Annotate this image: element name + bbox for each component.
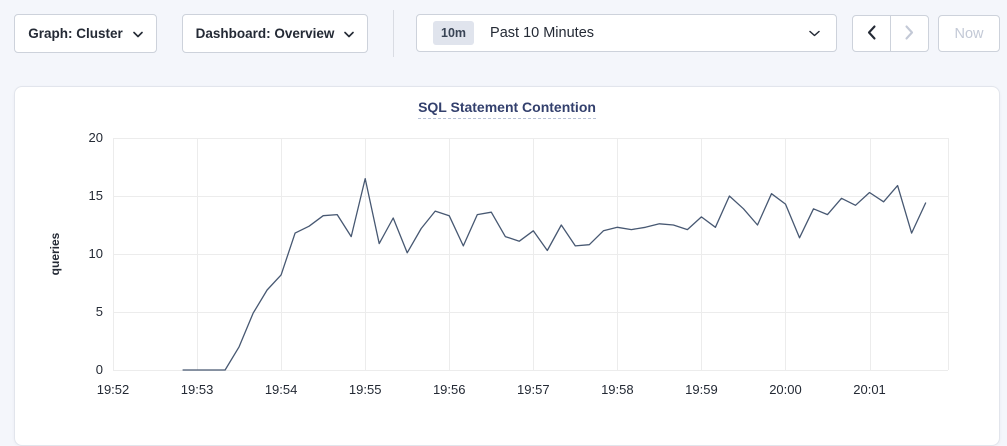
dashboard-dropdown-label: Dashboard: Overview — [196, 26, 335, 41]
y-tick-label: 15 — [49, 188, 103, 203]
chevron-down-icon — [133, 26, 143, 41]
x-tick-label: 19:58 — [585, 382, 649, 397]
time-range-label: Past 10 Minutes — [490, 25, 594, 41]
x-tick-label: 19:52 — [81, 382, 145, 397]
chevron-down-icon — [344, 26, 354, 41]
series-line — [183, 179, 926, 370]
x-tick-label: 19:59 — [669, 382, 733, 397]
x-tick-label: 19:57 — [501, 382, 565, 397]
chevron-down-icon — [809, 24, 820, 42]
now-button[interactable]: Now — [938, 15, 1000, 52]
chart-panel: SQL Statement Contention queries 0510152… — [14, 86, 1000, 446]
time-range-nav — [852, 15, 929, 52]
prev-range-button[interactable] — [853, 16, 890, 51]
x-tick-label: 19:56 — [417, 382, 481, 397]
toolbar-divider — [393, 10, 394, 57]
y-tick-label: 10 — [49, 246, 103, 261]
time-window-badge: 10m — [433, 21, 474, 45]
x-tick-label: 19:55 — [333, 382, 397, 397]
chevron-right-icon — [905, 25, 914, 43]
x-tick-label: 20:00 — [753, 382, 817, 397]
x-tick-label: 19:54 — [249, 382, 313, 397]
y-tick-label: 5 — [49, 304, 103, 319]
line-chart: queries 0510152019:5219:5319:5419:5519:5… — [15, 87, 999, 445]
x-tick-label: 20:01 — [838, 382, 902, 397]
dashboard-dropdown[interactable]: Dashboard: Overview — [182, 14, 368, 53]
graph-dropdown[interactable]: Graph: Cluster — [14, 14, 157, 53]
y-tick-label: 20 — [49, 130, 103, 145]
graph-dropdown-label: Graph: Cluster — [28, 26, 123, 41]
next-range-button[interactable] — [890, 16, 928, 51]
chevron-left-icon — [867, 25, 876, 43]
time-range-picker[interactable]: 10m Past 10 Minutes — [416, 14, 837, 52]
y-tick-label: 0 — [49, 362, 103, 377]
x-tick-label: 19:53 — [165, 382, 229, 397]
